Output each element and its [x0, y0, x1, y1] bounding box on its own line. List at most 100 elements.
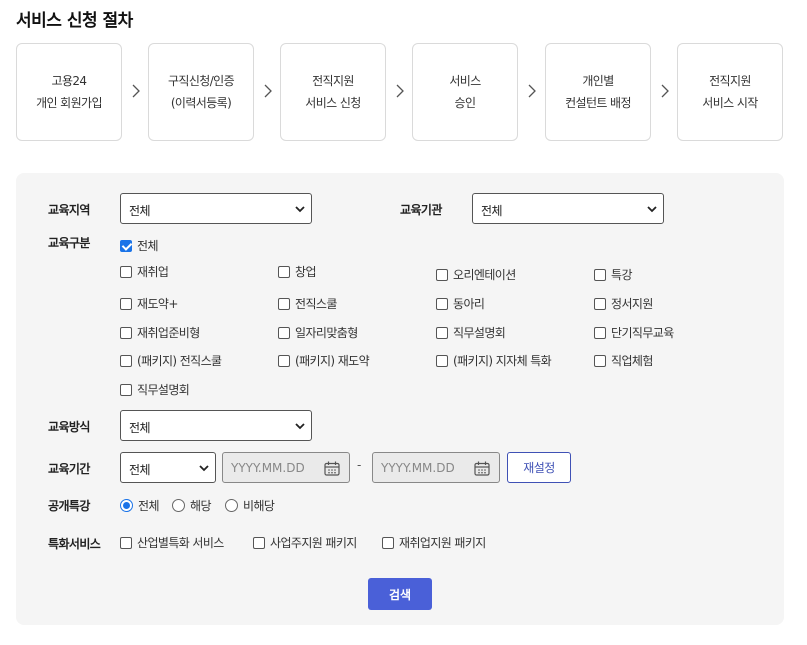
- checkbox[interactable]: [278, 354, 290, 367]
- step-6: 전직지원 서비스 시작: [677, 43, 783, 141]
- category-label: 교육구분: [48, 236, 90, 250]
- checkbox[interactable]: [278, 297, 290, 310]
- chevron-right-icon: [132, 84, 140, 98]
- period-select[interactable]: 전체: [120, 452, 216, 483]
- checkbox[interactable]: [382, 536, 394, 549]
- checkbox[interactable]: [594, 297, 606, 310]
- checkbox[interactable]: [120, 536, 132, 549]
- special-service-checkbox[interactable]: 산업별특화 서비스: [120, 534, 224, 551]
- step-line2: 서비스 신청: [305, 96, 361, 110]
- method-select-value: 전체: [129, 421, 151, 435]
- chevron-right-icon: [396, 84, 404, 98]
- radio[interactable]: [172, 499, 185, 512]
- step-line2: 서비스 시작: [702, 96, 758, 110]
- category-checkbox[interactable]: 정서지원: [594, 295, 653, 312]
- checkbox[interactable]: [436, 354, 448, 367]
- special-service-label: 특화서비스: [48, 537, 101, 551]
- checkbox[interactable]: [278, 326, 290, 339]
- public-lecture-radio-not-applicable[interactable]: 비해당: [225, 497, 275, 514]
- special-service-checkbox[interactable]: 재취업지원 패키지: [382, 534, 486, 551]
- category-checkbox[interactable]: 직무설명회: [436, 324, 506, 341]
- checkbox[interactable]: [594, 326, 606, 339]
- checkbox-label: 재취업: [137, 265, 169, 279]
- checkbox[interactable]: [253, 536, 265, 549]
- checkbox[interactable]: [436, 297, 448, 310]
- step-line1: 고용24: [51, 74, 88, 88]
- checkbox[interactable]: [436, 268, 448, 281]
- region-select-value: 전체: [129, 204, 151, 218]
- checkbox[interactable]: [278, 265, 290, 278]
- radio-selected[interactable]: [120, 499, 133, 512]
- checkbox-checked[interactable]: [120, 239, 132, 252]
- checkbox-label: 일자리맞춤형: [295, 326, 358, 340]
- radio-label: 전체: [138, 499, 159, 513]
- radio-label: 비해당: [243, 499, 275, 513]
- checkbox[interactable]: [120, 297, 132, 310]
- checkbox-label: 정서지원: [611, 297, 653, 311]
- category-checkbox[interactable]: 창업: [278, 263, 316, 280]
- category-checkbox[interactable]: 단기직무교육: [594, 324, 674, 341]
- checkbox-label: 직업체험: [611, 354, 653, 368]
- step-2: 구직신청/인증 (이력서등록): [148, 43, 254, 141]
- public-lecture-radio-applicable[interactable]: 해당: [172, 497, 211, 514]
- date-separator: -: [357, 458, 362, 472]
- checkbox[interactable]: [120, 265, 132, 278]
- category-checkbox[interactable]: (패키지) 재도약: [278, 352, 370, 369]
- institution-select-value: 전체: [481, 204, 503, 218]
- step-1: 고용24 개인 회원가입: [16, 43, 122, 141]
- checkbox-label: 특강: [611, 268, 632, 282]
- step-5: 개인별 컨설턴트 배정: [545, 43, 651, 141]
- category-checkbox[interactable]: (패키지) 지자체 특화: [436, 352, 552, 369]
- method-select[interactable]: 전체: [120, 410, 312, 441]
- calendar-icon[interactable]: [324, 461, 340, 476]
- step-line1: 구직신청/인증: [167, 74, 235, 88]
- checkbox-label: 직무설명회: [137, 383, 190, 397]
- step-3: 전직지원 서비스 신청: [280, 43, 386, 141]
- start-date-input[interactable]: YYYY.MM.DD: [222, 452, 350, 483]
- checkbox[interactable]: [436, 326, 448, 339]
- category-checkbox[interactable]: 재취업준비형: [120, 324, 200, 341]
- institution-label: 교육기관: [400, 203, 442, 217]
- checkbox-label: 재도약+: [137, 297, 178, 311]
- radio[interactable]: [225, 499, 238, 512]
- step-4: 서비스 승인: [412, 43, 518, 141]
- checkbox[interactable]: [594, 354, 606, 367]
- category-checkbox[interactable]: (패키지) 전직스쿨: [120, 352, 222, 369]
- category-checkbox[interactable]: 특강: [594, 266, 632, 283]
- end-date-input[interactable]: YYYY.MM.DD: [372, 452, 500, 483]
- checkbox[interactable]: [120, 354, 132, 367]
- checkbox[interactable]: [594, 268, 606, 281]
- method-label: 교육방식: [48, 420, 90, 434]
- institution-select[interactable]: 전체: [472, 193, 664, 224]
- reset-button[interactable]: 재설정: [507, 452, 571, 483]
- calendar-icon[interactable]: [474, 461, 490, 476]
- search-button[interactable]: 검색: [368, 578, 432, 610]
- checkbox-label: 단기직무교육: [611, 326, 674, 340]
- category-checkbox[interactable]: 재도약+: [120, 295, 178, 312]
- category-checkbox[interactable]: 동아리: [436, 295, 485, 312]
- step-line1: 전직지원: [312, 74, 354, 88]
- category-checkbox[interactable]: 재취업: [120, 263, 169, 280]
- public-lecture-label: 공개특강: [48, 499, 90, 513]
- period-label: 교육기간: [48, 462, 90, 476]
- category-checkbox[interactable]: 일자리맞춤형: [278, 324, 358, 341]
- checkbox-label: (패키지) 재도약: [295, 354, 370, 368]
- category-all-checkbox[interactable]: 전체: [120, 237, 158, 254]
- chevron-down-icon: [199, 465, 209, 472]
- category-checkbox[interactable]: 전직스쿨: [278, 295, 337, 312]
- checkbox[interactable]: [120, 383, 132, 396]
- region-select[interactable]: 전체: [120, 193, 312, 224]
- public-lecture-radio-all[interactable]: 전체: [120, 497, 159, 514]
- checkbox-label: (패키지) 전직스쿨: [137, 354, 222, 368]
- checkbox[interactable]: [120, 326, 132, 339]
- category-checkbox[interactable]: 직업체험: [594, 352, 653, 369]
- start-date-placeholder: YYYY.MM.DD: [231, 461, 305, 475]
- special-service-checkbox[interactable]: 사업주지원 패키지: [253, 534, 357, 551]
- checkbox-label: 직무설명회: [453, 326, 506, 340]
- step-line2: (이력서등록): [170, 96, 232, 110]
- end-date-placeholder: YYYY.MM.DD: [381, 461, 455, 475]
- period-select-value: 전체: [129, 463, 151, 477]
- category-checkbox[interactable]: 직무설명회: [120, 381, 190, 398]
- category-checkbox[interactable]: 오리엔테이션: [436, 266, 516, 283]
- step-line1: 전직지원: [709, 74, 751, 88]
